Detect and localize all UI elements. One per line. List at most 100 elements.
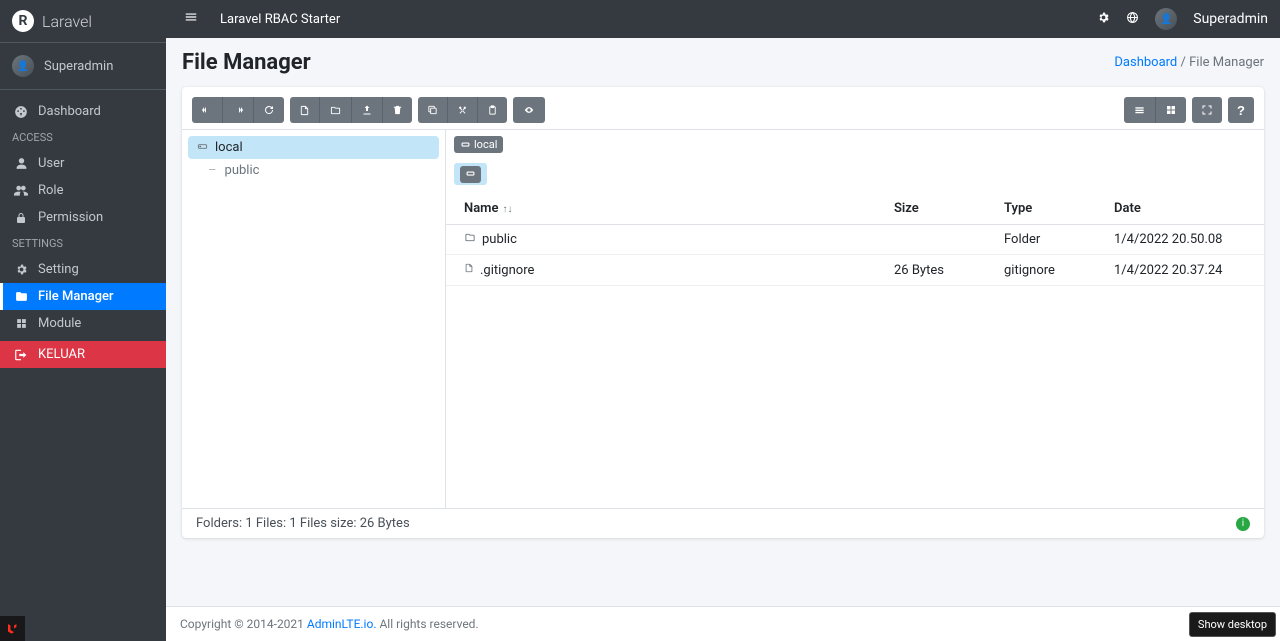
- grid-view-button[interactable]: [1155, 97, 1186, 123]
- sidebar-item-label: Setting: [38, 262, 79, 277]
- taskbar-tooltip: Show desktop: [1189, 612, 1276, 637]
- sidebar-item-label: KELUAR: [38, 347, 85, 362]
- sidebar-item-file-manager[interactable]: File Manager: [0, 283, 166, 310]
- file-table: Name↑↓ Size Type Date public: [446, 193, 1264, 286]
- sidebar-item-label: Role: [38, 183, 63, 198]
- tree-item-root[interactable]: local: [188, 136, 439, 159]
- sort-icon: ↑↓: [502, 204, 512, 215]
- crumb-root-icon[interactable]: [460, 166, 481, 183]
- disk-label: local: [474, 138, 497, 151]
- disk-selector[interactable]: local: [454, 136, 503, 153]
- dashboard-icon: [12, 105, 30, 119]
- sidebar-item-label: File Manager: [38, 289, 114, 304]
- footer-prefix: Copyright © 2014-2021: [180, 617, 307, 631]
- col-type[interactable]: Type: [994, 193, 1104, 225]
- page-title: File Manager: [182, 50, 311, 75]
- globe-icon[interactable]: [1126, 11, 1139, 28]
- sidebar-item-user[interactable]: User: [0, 150, 166, 177]
- hidden-toggle-button[interactable]: [513, 97, 545, 123]
- breadcrumb-current: File Manager: [1189, 55, 1264, 70]
- avatar-icon: 👤: [12, 55, 34, 77]
- sidebar-item-setting[interactable]: Setting: [0, 256, 166, 283]
- menu-toggle-icon[interactable]: [178, 4, 204, 34]
- sidebar-item-label: Permission: [38, 210, 103, 225]
- breadcrumb-root[interactable]: Dashboard: [1114, 55, 1177, 70]
- tree-item-child[interactable]: – public: [188, 159, 439, 182]
- cut-button[interactable]: [447, 97, 477, 123]
- breadcrumb: Dashboard / File Manager: [1114, 55, 1264, 70]
- upload-button[interactable]: [351, 97, 382, 123]
- sidebar-item-logout[interactable]: KELUAR: [0, 341, 166, 368]
- file-type: Folder: [994, 225, 1104, 255]
- fm-toolbar: ?: [182, 87, 1264, 130]
- new-file-button[interactable]: [290, 97, 319, 123]
- tree-item-label: public: [225, 163, 260, 178]
- file-manager-card: ? local – public: [182, 87, 1264, 538]
- module-icon: [12, 317, 30, 330]
- topbar: Laravel RBAC Starter 👤 Superadmin: [166, 0, 1280, 38]
- table-row[interactable]: public Folder 1/4/2022 20.50.08: [446, 225, 1264, 255]
- breadcrumb-sep: /: [1181, 55, 1190, 70]
- brand-name: Laravel: [42, 12, 92, 31]
- file-size: 26 Bytes: [884, 255, 994, 286]
- sidebar: R Laravel 👤 Superadmin Dashboard ACCESS …: [0, 0, 166, 641]
- disk-icon: [196, 141, 209, 155]
- fm-tree: local – public: [182, 130, 446, 508]
- tree-item-label: local: [215, 140, 243, 155]
- avatar-icon: 👤: [1155, 8, 1177, 30]
- folder-icon: [12, 290, 30, 303]
- col-size[interactable]: Size: [884, 193, 994, 225]
- sidebar-header-settings: SETTINGS: [0, 231, 166, 256]
- logout-icon: [12, 348, 30, 362]
- user-name-label: Superadmin: [44, 59, 113, 74]
- file-icon: [464, 263, 474, 277]
- topbar-user-name: Superadmin: [1193, 11, 1268, 27]
- status-bar: Folders: 1 Files: 1 Files size: 26 Bytes…: [182, 508, 1264, 538]
- paste-button[interactable]: [477, 97, 507, 123]
- tree-dash-icon: –: [208, 163, 217, 178]
- col-date[interactable]: Date: [1104, 193, 1264, 225]
- new-folder-button[interactable]: [319, 97, 351, 123]
- back-button[interactable]: [192, 97, 222, 123]
- sidebar-item-role[interactable]: Role: [0, 177, 166, 204]
- status-ok-icon: i: [1236, 517, 1250, 531]
- sidebar-item-label: User: [38, 156, 64, 171]
- laravel-badge-icon[interactable]: [0, 616, 25, 641]
- sidebar-item-dashboard[interactable]: Dashboard: [0, 98, 166, 125]
- sidebar-header-access: ACCESS: [0, 125, 166, 150]
- refresh-button[interactable]: [253, 97, 284, 123]
- role-icon: [12, 184, 30, 198]
- copy-button[interactable]: [418, 97, 447, 123]
- sidebar-item-label: Module: [38, 316, 81, 331]
- brand-logo-icon: R: [12, 10, 34, 32]
- list-view-button[interactable]: [1124, 97, 1155, 123]
- footer-link[interactable]: AdminLTE.io.: [307, 617, 377, 631]
- col-name[interactable]: Name↑↓: [446, 193, 884, 225]
- footer-suffix: All rights reserved.: [376, 617, 478, 631]
- user-menu[interactable]: 👤 Superadmin: [1155, 8, 1268, 30]
- fullscreen-button[interactable]: [1192, 97, 1222, 123]
- forward-button[interactable]: [222, 97, 253, 123]
- sidebar-item-module[interactable]: Module: [0, 310, 166, 337]
- lock-icon: [12, 212, 30, 224]
- help-button[interactable]: ?: [1228, 97, 1254, 123]
- table-row[interactable]: .gitignore 26 Bytes gitignore 1/4/2022 2…: [446, 255, 1264, 286]
- sidebar-item-permission[interactable]: Permission: [0, 204, 166, 231]
- delete-button[interactable]: [382, 97, 412, 123]
- file-type: gitignore: [994, 255, 1104, 286]
- gear-icon: [12, 263, 30, 276]
- file-name: public: [482, 232, 517, 247]
- status-text: Folders: 1 Files: 1 Files size: 26 Bytes: [196, 516, 410, 531]
- topbar-title: Laravel RBAC Starter: [220, 12, 340, 27]
- brand[interactable]: R Laravel: [0, 0, 166, 43]
- file-date: 1/4/2022 20.37.24: [1104, 255, 1264, 286]
- file-date: 1/4/2022 20.50.08: [1104, 225, 1264, 255]
- folder-icon: [464, 232, 476, 246]
- file-size: [884, 225, 994, 255]
- user-icon: [12, 157, 30, 170]
- gear-icon[interactable]: [1097, 11, 1110, 28]
- user-panel[interactable]: 👤 Superadmin: [0, 43, 166, 90]
- footer: Copyright © 2014-2021 AdminLTE.io. All r…: [166, 606, 1280, 641]
- breadcrumb-bar: [454, 163, 487, 185]
- file-name: .gitignore: [480, 263, 534, 278]
